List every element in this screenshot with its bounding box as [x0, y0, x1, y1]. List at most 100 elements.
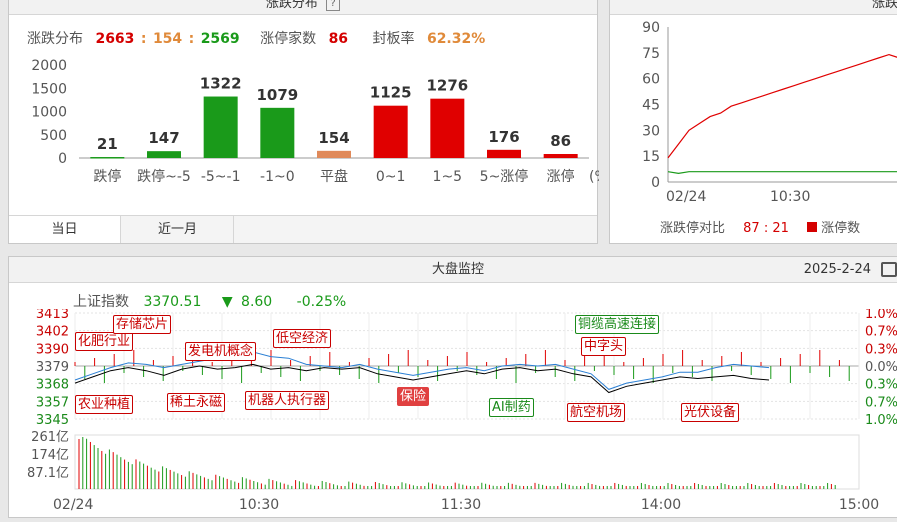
- calendar-icon[interactable]: [881, 262, 897, 277]
- tag-low-altitude[interactable]: 低空经济: [273, 329, 332, 348]
- sep-2: :: [188, 31, 195, 47]
- seal-rate-value: 62.32%: [426, 31, 486, 47]
- tag-insurance[interactable]: 保险: [397, 387, 430, 406]
- tag-ai-pharma[interactable]: AI制药: [489, 398, 534, 417]
- tag-rare-earth[interactable]: 稀土永磁: [167, 393, 226, 412]
- x-tick-label: 02/24: [666, 189, 706, 205]
- bar: [260, 107, 295, 158]
- y-tick-right: 0.3%: [865, 378, 897, 393]
- bar-value-label: 1322: [200, 75, 242, 93]
- x-tick-label: 15:00: [839, 497, 879, 513]
- up-count: 2663: [95, 31, 135, 47]
- y-tick-label: 30: [642, 123, 660, 139]
- unit-label: (%): [589, 169, 599, 185]
- y-tick-left: 3379: [36, 360, 69, 375]
- y-tick-label: 500: [40, 128, 67, 144]
- y-tick-label: 0: [651, 175, 660, 191]
- flat-count: 154: [152, 31, 183, 47]
- monitor-panel: 大盘监控 2025-2-24 上证指数 3370.51 ▼ 8.60 -0.25…: [8, 256, 897, 518]
- monitor-date: 2025-2-24: [803, 262, 871, 277]
- x-tick-label: -5~-1: [201, 169, 241, 185]
- y-tick-label: 0: [58, 151, 67, 167]
- y-tick-left: 3368: [36, 378, 69, 393]
- ratio-value: 87 : 21: [743, 221, 789, 236]
- distribution-panel: 涨跌分布 ? 涨跌分布 2663 : 154 : 2569 涨停家数 86 封板…: [8, 0, 599, 244]
- index-name: 上证指数: [73, 294, 129, 310]
- tag-robot-actuator[interactable]: 机器人执行器: [245, 391, 330, 410]
- tag-fertilizer[interactable]: 化肥行业: [75, 332, 134, 351]
- x-tick-label: 涨停: [547, 168, 575, 185]
- x-tick-label: 02/24: [53, 497, 93, 513]
- y-tick-label: 1000: [31, 105, 67, 121]
- ratio-panel: 涨跌 90 75 60 45 30 15 0 02/24 10:30 涨跌停对比 87 : 21…: [609, 0, 897, 244]
- series-line: [667, 171, 897, 175]
- y-tick-right: 1.0%: [865, 413, 897, 428]
- y-tick-left: 3345: [36, 413, 69, 428]
- bar-value-label: 1276: [426, 77, 468, 95]
- tag-storage-chip[interactable]: 存储芯片: [113, 315, 172, 334]
- x-tick-label: 平盘: [320, 168, 348, 185]
- tab-today[interactable]: 当日: [9, 216, 121, 243]
- tag-china-prefix[interactable]: 中字头: [581, 337, 627, 356]
- ratio-legend: 涨跌停对比 87 : 21 涨停数: [660, 217, 860, 236]
- tag-airport[interactable]: 航空机场: [567, 403, 626, 422]
- y-tick-label: 1500: [31, 81, 67, 97]
- monitor-title-bar: 大盘监控 2025-2-24: [9, 257, 897, 283]
- x-tick-label: 5~涨停: [480, 168, 529, 185]
- tab-month[interactable]: 近一月: [122, 216, 234, 243]
- index-change: 8.60: [241, 294, 273, 310]
- dist-label: 涨跌分布: [27, 31, 83, 47]
- y-tick-label: 15: [642, 149, 660, 165]
- tag-generator[interactable]: 发电机概念: [185, 342, 257, 361]
- y-tick-right: 0.7%: [865, 325, 897, 340]
- distribution-title-bar: 涨跌分布 ?: [9, 0, 597, 15]
- volume-tick-label: 174亿: [31, 448, 69, 463]
- bar: [203, 96, 238, 158]
- volume-tick-label: 87.1亿: [27, 466, 69, 481]
- limit-up-count: 86: [328, 31, 349, 47]
- ratio-line-chart: 90 75 60 45 30 15 0 02/24 10:30: [642, 20, 897, 205]
- limit-up-label: 涨停家数: [260, 31, 317, 47]
- change-arrow-icon: ▼: [221, 294, 233, 310]
- sep-1: :: [140, 31, 147, 47]
- y-tick-left: 3357: [36, 395, 69, 410]
- y-tick-right: 1.0%: [865, 309, 897, 322]
- y-tick-right: 0.0%: [865, 360, 897, 375]
- tag-pv-equipment[interactable]: 光伏设备: [681, 403, 740, 422]
- distribution-tabs: 当日 近一月: [9, 215, 597, 243]
- y-tick-label: 75: [642, 46, 660, 62]
- bar: [317, 150, 351, 158]
- tag-agriculture[interactable]: 农业种植: [75, 395, 134, 414]
- x-tick-label: 11:30: [441, 497, 481, 513]
- x-tick-label: 跌停~-5: [137, 168, 191, 185]
- ratio-title: 涨跌: [871, 0, 897, 11]
- volume-tick-label: 261亿: [31, 430, 69, 445]
- y-tick-right: 0.7%: [865, 395, 897, 410]
- limit-up-legend-swatch: [807, 222, 818, 232]
- y-tick-label: 90: [642, 20, 660, 36]
- bar-value-label: 147: [148, 129, 179, 147]
- index-value: 3370.51: [143, 294, 202, 310]
- index-change-pct: -0.25%: [296, 294, 347, 310]
- y-tick-label: 45: [642, 98, 660, 114]
- bar-value-label: 86: [550, 132, 571, 150]
- x-tick-label: 跌停: [93, 168, 121, 185]
- down-count: 2569: [200, 31, 240, 47]
- tag-copper-cable[interactable]: 铜缆高速连接: [575, 315, 660, 334]
- bar: [147, 151, 181, 158]
- bar-value-label: 154: [318, 129, 349, 147]
- bar: [373, 105, 408, 158]
- x-tick-label: 10:30: [239, 497, 279, 513]
- x-tick-label: 0~1: [376, 169, 406, 185]
- y-tick-left: 3390: [36, 342, 69, 357]
- bar-value-label: 21: [97, 135, 118, 153]
- bar: [543, 154, 578, 158]
- bar-value-label: 1125: [370, 84, 412, 102]
- series-line: [667, 53, 897, 159]
- bar: [430, 98, 465, 158]
- intraday-chart: 3413 1.0% 3402 0.7% 3390 0.3% 3379 0.0% 3368 0.3%…: [27, 309, 897, 513]
- y-tick-right: 0.3%: [865, 342, 897, 357]
- help-icon[interactable]: ?: [326, 0, 341, 11]
- ratio-title-bar: 涨跌: [610, 0, 897, 15]
- bar: [487, 149, 521, 158]
